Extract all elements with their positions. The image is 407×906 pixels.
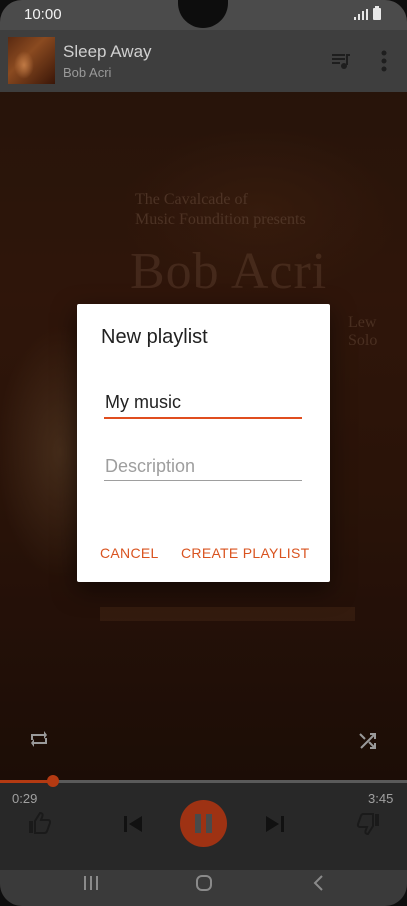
skip-next-icon[interactable] [265, 815, 285, 833]
thumb-up-icon[interactable] [28, 812, 52, 834]
album-thumbnail[interactable] [8, 37, 55, 84]
home-icon[interactable] [195, 874, 213, 892]
progress-thumb[interactable] [46, 775, 59, 787]
playlist-name-input[interactable]: My music [105, 392, 181, 413]
cancel-button[interactable]: CANCEL [100, 545, 159, 561]
recent-apps-icon[interactable] [82, 875, 100, 891]
progress-bar[interactable] [0, 775, 407, 787]
total-time: 3:45 [368, 791, 394, 806]
system-nav-bar [0, 870, 407, 906]
pause-icon [195, 814, 212, 833]
dialog-title: New playlist [101, 326, 208, 348]
song-artist: Bob Acri [63, 65, 112, 80]
camera-notch [178, 0, 228, 28]
play-pause-button[interactable] [180, 800, 227, 847]
name-input-underline [104, 417, 302, 419]
status-icons [354, 6, 381, 20]
status-bar: 10:00 [0, 0, 407, 30]
playlist-description-input[interactable]: Description [105, 456, 195, 477]
create-playlist-button[interactable]: CREATE PLAYLIST [181, 545, 309, 561]
status-time: 10:00 [24, 6, 62, 23]
thumb-down-icon[interactable] [356, 813, 380, 835]
new-playlist-dialog: New playlist My music Description CANCEL… [77, 304, 330, 582]
queue-music-icon[interactable] [330, 50, 352, 72]
signal-icon [354, 9, 368, 20]
progress-fill [0, 780, 53, 783]
description-input-underline [104, 480, 302, 481]
repeat-icon[interactable] [28, 728, 50, 750]
elapsed-time: 0:29 [12, 791, 38, 806]
phone-screen: 10:00 Sleep Away Bob Acri The Cavalcade … [0, 0, 407, 906]
song-title: Sleep Away [63, 42, 152, 61]
now-playing-header: Sleep Away Bob Acri [0, 30, 407, 92]
back-icon[interactable] [312, 874, 326, 892]
shuffle-icon[interactable] [358, 730, 378, 750]
skip-previous-icon[interactable] [123, 815, 143, 833]
battery-icon [373, 6, 381, 20]
more-vert-icon[interactable] [374, 48, 394, 74]
